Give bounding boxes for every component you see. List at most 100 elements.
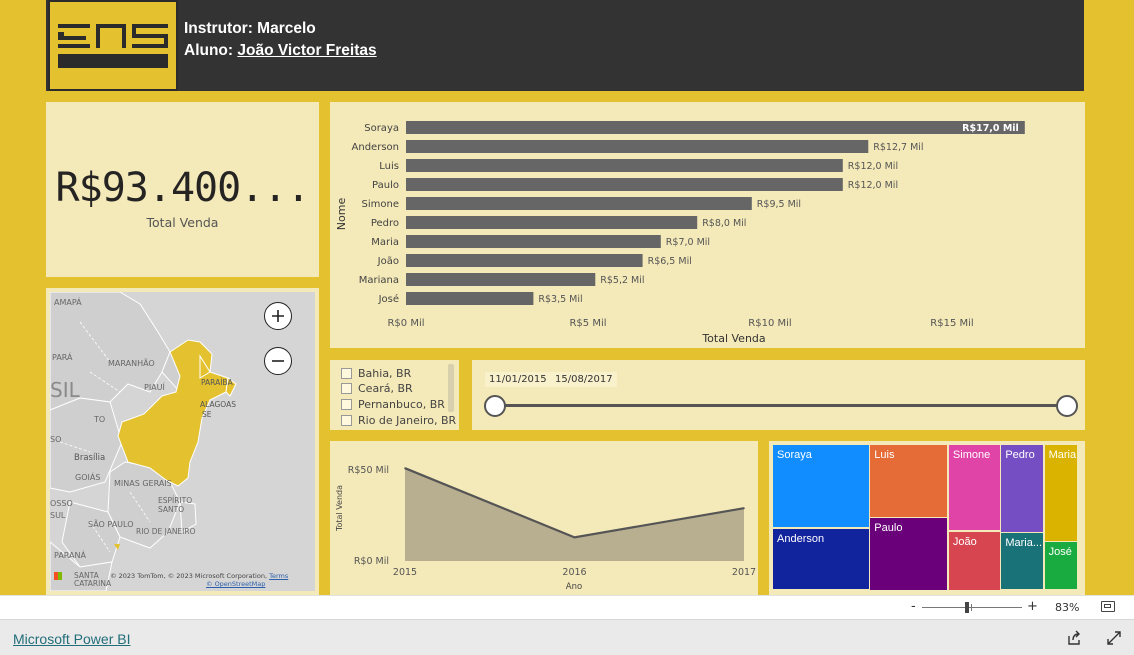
bar-category-label: Paulo [372,180,399,191]
treemap-tile[interactable]: Maria [1044,445,1078,541]
treemap-tile[interactable]: Paulo [870,518,948,590]
report-canvas: Instrutor: Marcelo Aluno: João Victor Fr… [0,0,1134,595]
map-label: ESPÍRITO SANTO [158,496,193,514]
map-zoom-out-button[interactable] [264,347,292,375]
kpi-value: R$93.400... [55,165,311,211]
student-line: Aluno: João Victor Freitas [184,40,377,62]
treemap-tile[interactable]: Anderson [773,528,869,590]
bar-x-tick-label: R$5 Mil [569,318,606,329]
data-point [404,467,406,469]
bar [406,140,869,153]
slicer-item-label: Rio de Janeiro, BR [358,414,457,427]
map-label: Brasília [74,453,106,463]
area-y-tick-label: R$50 Mil [348,465,389,476]
bar [406,292,534,305]
date-range-slicer[interactable]: 11/01/2015 15/08/2017 [472,360,1085,430]
map-label: SO [50,435,62,444]
area-chart-card[interactable]: R$50 Mil R$0 Mil 2015 2016 2017 Ano Total Vend… [330,441,758,595]
map-label: PIAUÍ [144,383,165,392]
bar-data-label: R$9,5 Mil [757,199,801,210]
map-label: PARAÍBA [201,378,233,387]
treemap-card[interactable]: Soraya Anderson Luis Paulo Simone João Pedro Ma… [769,441,1085,595]
header-text: Instrutor: Marcelo Aluno: João Victor Fr… [184,18,377,62]
map-card[interactable]: AMAPÁ PARÁ MARANHÃO PIAUÍ SIL TO SO Bras… [46,288,319,595]
map-label: OSSO [50,499,73,508]
bar-data-label: R$6,5 Mil [648,256,692,267]
map-label: TO [94,415,106,424]
zoom-percent: 83% [1055,601,1080,614]
checkbox-icon[interactable] [341,368,352,379]
slicer-scrollbar[interactable] [448,364,454,412]
date-slider-track[interactable] [495,404,1067,407]
slicer-item[interactable]: Rio de Janeiro, BR [341,413,456,428]
bar-data-label: R$7,0 Mil [666,237,710,248]
bar-chart-card[interactable]: Nome Total Venda Soraya R$17,0 Mil Anderso… [330,102,1085,348]
attribution-text: © 2023 TomTom, © 2023 Microsoft Corporat… [110,572,268,580]
bar-x-axis-title: Total Venda [701,332,765,345]
bar-category-label: Anderson [352,142,399,153]
map-label: MARANHÃO [108,359,155,368]
state-slicer[interactable]: Bahia, BR Ceará, BR Pernanbuco, BR Rio d… [330,360,459,430]
bar-category-label: Soraya [364,123,399,134]
map-label: MINAS GERAIS [114,479,172,488]
treemap-tile[interactable]: João [948,531,1000,590]
bar-data-label: R$8,0 Mil [702,218,746,229]
bar-data-label: R$12,7 Mil [873,142,923,153]
zoom-in-button[interactable]: + [1027,599,1038,614]
bar-x-tick-label: R$0 Mil [387,318,424,329]
power-bi-link[interactable]: Microsoft Power BI [13,631,130,647]
date-slider-end-handle[interactable] [1056,395,1078,417]
slicer-item-label: Bahia, BR [358,367,412,380]
bar-data-label: R$12,0 Mil [848,161,898,172]
area-x-tick-label: 2017 [732,567,756,578]
treemap-tile[interactable]: Pedro [1001,445,1044,532]
share-icon[interactable] [1066,630,1082,650]
slicer-item[interactable]: Ceará, BR [341,381,413,396]
treemap-tile[interactable]: Maria... [1001,533,1044,590]
start-date-field[interactable]: 11/01/2015 [485,372,551,387]
area-x-tick-label: 2016 [562,567,586,578]
date-slider-start-handle[interactable] [484,395,506,417]
zoom-out-button[interactable]: - [911,599,916,614]
area-chart: R$50 Mil R$0 Mil 2015 2016 2017 Ano Total Vend… [335,465,756,592]
treemap-tile[interactable]: Soraya [773,445,869,528]
slicer-item[interactable]: Pernanbuco, BR [341,397,445,412]
map-shapes [50,292,315,591]
zoom-slider[interactable] [922,602,1022,613]
student-name-link[interactable]: João Victor Freitas [237,42,376,59]
treemap-tile[interactable]: Luis [870,445,948,517]
student-prefix: Aluno: [184,42,238,59]
map-label: PARÁ [52,353,73,362]
area-x-axis-title: Ano [566,582,582,592]
map-zoom-in-button[interactable] [264,302,292,330]
bar-category-label: Mariana [359,275,399,286]
treemap-tile[interactable]: José [1044,542,1078,590]
map-view[interactable]: AMAPÁ PARÁ MARANHÃO PIAUÍ SIL TO SO Bras… [50,292,315,591]
bar [406,254,643,267]
checkbox-icon[interactable] [341,415,352,426]
kpi-label: Total Venda [146,215,219,230]
end-date-field[interactable]: 15/08/2017 [551,372,617,387]
fullscreen-icon[interactable] [1106,630,1122,650]
slicer-item-label: Ceará, BR [358,382,413,395]
bar-data-label: R$3,5 Mil [538,294,582,305]
treemap-tile[interactable]: Simone [948,445,1000,531]
zoom-slider-thumb[interactable] [965,602,969,613]
checkbox-icon[interactable] [341,399,352,410]
terms-link[interactable]: Terms [269,572,288,580]
map-label: SUL [50,511,66,520]
slicer-item[interactable]: Bahia, BR [341,366,411,381]
openstreetmap-link[interactable]: © OpenStreetMap [206,580,265,588]
area-y-tick-label: R$0 Mil [354,556,389,567]
treemap: Soraya Anderson Luis Paulo Simone João Pedro Ma… [769,441,1085,595]
bar [406,121,1025,134]
fit-to-page-icon[interactable] [1101,601,1115,612]
checkbox-icon[interactable] [341,383,352,394]
map-label: AMAPÁ [54,298,82,307]
map-label: RIO DE JANEIRO [136,527,196,536]
area-y-axis-title: Total Venda [335,485,344,532]
kpi-card[interactable]: R$93.400... Total Venda [46,102,319,277]
instructor-name: Instrutor: Marcelo [184,20,316,37]
map-label: PARANÁ [54,551,86,560]
bar [406,178,843,191]
